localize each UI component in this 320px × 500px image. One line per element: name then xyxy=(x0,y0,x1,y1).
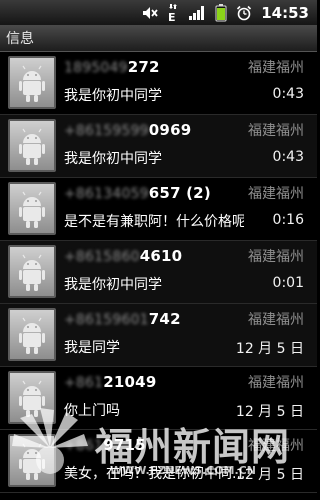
sender-location: 福建福州 xyxy=(248,249,304,265)
status-time: 14:53 xyxy=(261,3,309,22)
network-label: E xyxy=(168,11,176,22)
android-contact-icon xyxy=(19,191,45,228)
android-contact-icon xyxy=(19,254,45,291)
message-time: 12 月 5 日 xyxy=(235,467,304,483)
sender-location: 福建福州 xyxy=(248,123,304,139)
message-preview: 美女，在吗？我是你初中同... xyxy=(64,466,244,482)
contact-avatar[interactable] xyxy=(8,245,56,298)
sender-number-visible: 4610 xyxy=(139,247,183,265)
message-time: 12 月 5 日 xyxy=(235,341,304,357)
sender-number-obscured: +86159599 xyxy=(64,123,149,139)
thread-row[interactable]: +8619715 福建福州 美女，在吗？我是你初中同... 12 月 5 日 xyxy=(0,430,317,493)
sender-location: 福建福州 xyxy=(248,312,304,328)
volume-mute-icon xyxy=(142,6,158,20)
thread-row[interactable]: +861595990969 福建福州我是你初中同学 0:43 xyxy=(0,115,317,178)
contact-avatar[interactable] xyxy=(8,119,56,172)
android-contact-icon xyxy=(19,380,45,417)
thread-row[interactable]: +86159601742 福建福州我是同学 12 月 5 日 xyxy=(0,304,317,367)
sender-number-visible: 9715 xyxy=(103,436,146,454)
message-time: 0:43 xyxy=(272,149,304,165)
sender-number: +86158604610 xyxy=(64,247,182,265)
thread-row[interactable]: +86134059657 (2) 福建福州 是不是有兼职阿！什么价格呢 0:16 xyxy=(0,178,317,241)
contact-avatar[interactable] xyxy=(8,56,56,109)
contact-avatar[interactable] xyxy=(8,371,56,424)
sender-number-obscured: +86159601 xyxy=(64,312,149,328)
edge-network-icon: E xyxy=(167,3,179,22)
thread-row[interactable]: +86158604610 福建福州我是你初中同学 0:01 xyxy=(0,241,317,304)
message-time: 0:16 xyxy=(272,212,304,228)
contact-avatar[interactable] xyxy=(8,434,56,487)
message-preview: 我是你初中同学 xyxy=(64,88,162,104)
sender-number-visible: 21049 xyxy=(103,373,157,391)
battery-icon xyxy=(215,3,227,22)
sender-number-obscured: +861 xyxy=(64,438,104,454)
title-bar: 信息 xyxy=(0,25,317,52)
sender-number: 1895049272 xyxy=(64,58,160,76)
sender-number: +8619715 xyxy=(64,436,146,454)
android-contact-icon xyxy=(19,443,45,480)
thread-row[interactable]: +86121049 福建福州你上门吗 12 月 5 日 xyxy=(0,367,317,430)
message-preview: 是不是有兼职阿！什么价格呢 xyxy=(64,214,244,230)
sender-number-obscured: 1895049 xyxy=(64,60,128,76)
thread-list: 1895049272 福建福州 我是你初中同学 0:43 +861595990969 福建… xyxy=(0,52,317,493)
alarm-icon xyxy=(236,5,252,21)
sender-number-visible: 657 (2) xyxy=(148,184,211,202)
messaging-screen: E 14:53 信息 1895049272 福建福州 我是你初中同学 0:43 … xyxy=(0,0,317,500)
sender-number-visible: 742 xyxy=(148,310,181,328)
contact-avatar[interactable] xyxy=(8,182,56,235)
sender-location: 福建福州 xyxy=(248,60,304,76)
message-time: 0:01 xyxy=(272,275,304,291)
android-contact-icon xyxy=(19,128,45,165)
page-title: 信息 xyxy=(6,31,34,47)
contact-avatar[interactable] xyxy=(8,308,56,361)
message-preview: 我是你初中同学 xyxy=(64,151,162,167)
sender-location: 福建福州 xyxy=(248,438,304,454)
sender-number-obscured: +86134059 xyxy=(64,186,149,202)
sender-number-visible: 0969 xyxy=(148,121,192,139)
sender-number: +86121049 xyxy=(64,373,156,391)
sender-location: 福建福州 xyxy=(248,186,304,202)
message-time: 0:43 xyxy=(272,86,304,102)
message-preview: 我是同学 xyxy=(64,340,120,356)
thread-row[interactable]: 1895049272 福建福州我是你初中同学 0:43 xyxy=(0,52,317,115)
sender-number-visible: 272 xyxy=(127,58,160,76)
sender-number: +86134059657 (2) xyxy=(64,184,211,202)
signal-strength-icon xyxy=(188,5,206,21)
status-bar: E 14:53 xyxy=(0,0,317,25)
android-contact-icon xyxy=(19,317,45,354)
message-preview: 你上门吗 xyxy=(64,403,120,419)
android-contact-icon xyxy=(19,65,45,102)
sender-location: 福建福州 xyxy=(248,375,304,391)
sender-number-obscured: +861 xyxy=(64,375,104,391)
message-time: 12 月 5 日 xyxy=(235,404,304,420)
message-preview: 我是你初中同学 xyxy=(64,277,162,293)
sender-number: +86159601742 xyxy=(64,310,181,328)
sender-number-obscured: +8615860 xyxy=(64,249,140,265)
sender-number: +861595990969 xyxy=(64,121,191,139)
